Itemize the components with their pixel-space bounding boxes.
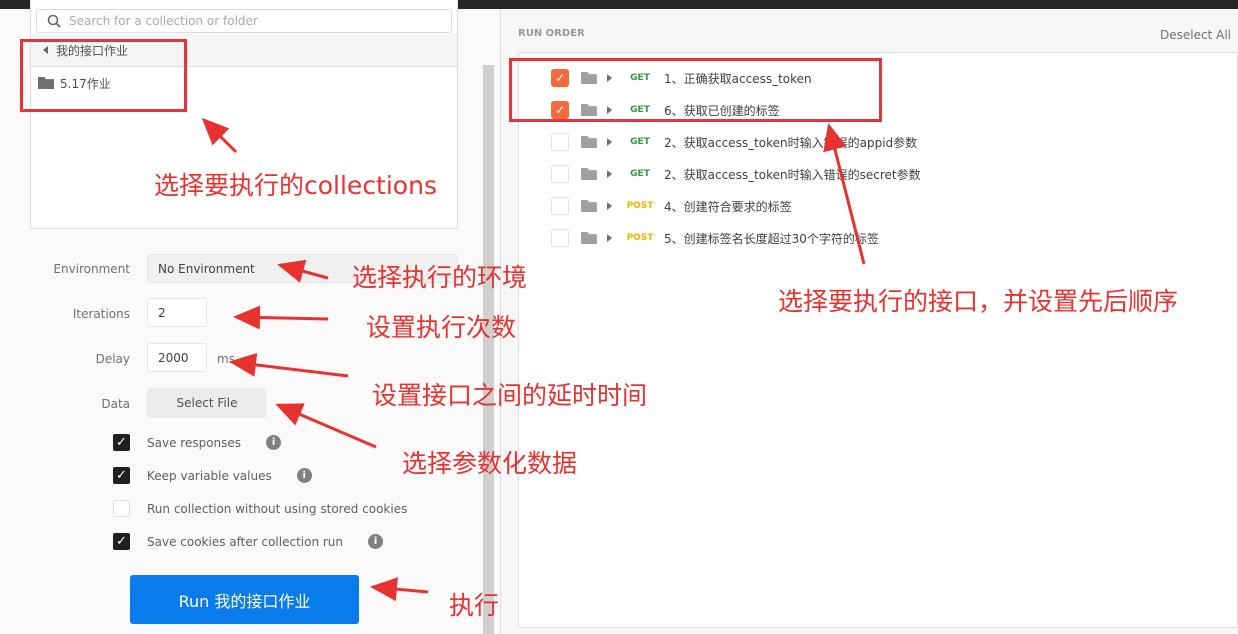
annotation-delay: 设置接口之间的延时时间	[372, 381, 648, 410]
delay-label: Delay	[95, 352, 130, 366]
environment-label: Environment	[53, 262, 130, 276]
checkbox[interactable]: ✓	[113, 533, 130, 550]
run-order-item[interactable]: GET 2、获取access_token时输入错误的secret参数	[551, 164, 921, 184]
drag-folder-icon[interactable]	[581, 168, 597, 180]
annotation-order: 选择要执行的接口，并设置先后顺序	[778, 287, 1179, 316]
item-checkbox[interactable]	[551, 133, 569, 151]
option-label: Run collection without using stored cook…	[147, 501, 408, 516]
info-icon[interactable]: i	[368, 534, 384, 549]
item-checkbox[interactable]	[551, 229, 569, 247]
annotation-run: 执行	[449, 591, 500, 620]
option-label: Keep variable values	[147, 468, 272, 483]
drag-folder-icon[interactable]	[581, 232, 597, 244]
data-label: Data	[101, 397, 130, 411]
checkbox[interactable]	[113, 500, 130, 517]
run-order-item[interactable]: POST 4、创建符合要求的标签	[551, 196, 792, 216]
request-name: 2、获取access_token时输入错误的appid参数	[664, 135, 918, 150]
method-badge: GET	[630, 137, 650, 147]
info-icon[interactable]: i	[266, 435, 282, 450]
checkbox[interactable]: ✓	[113, 434, 130, 451]
expand-caret-icon[interactable]	[607, 234, 612, 242]
delay-unit: ms	[217, 352, 235, 366]
checkbox[interactable]: ✓	[113, 467, 130, 484]
highlight-box	[509, 58, 882, 122]
search-placeholder: Search for a collection or folder	[69, 14, 258, 28]
method-badge: POST	[626, 201, 654, 211]
deselect-all-link[interactable]: Deselect All	[1160, 28, 1231, 42]
annotation-data: 选择参数化数据	[402, 449, 578, 478]
request-name: 4、创建符合要求的标签	[664, 199, 792, 214]
annotation-environment: 选择执行的环境	[352, 263, 528, 292]
select-file-button[interactable]: Select File	[147, 388, 267, 418]
search-icon	[47, 14, 61, 28]
drag-folder-icon[interactable]	[581, 200, 597, 212]
run-order-item[interactable]: GET 2、获取access_token时输入错误的appid参数	[551, 132, 917, 152]
option-label: Save cookies after collection run	[147, 534, 344, 549]
run-order-item[interactable]: POST 5、创建标签名长度超过30个字符的标签	[551, 228, 879, 248]
delay-input[interactable]: 2000	[147, 343, 207, 372]
item-checkbox[interactable]	[551, 197, 569, 215]
annotation-iterations: 设置执行次数	[366, 313, 517, 342]
expand-caret-icon[interactable]	[607, 138, 612, 146]
iterations-input[interactable]: 2	[147, 298, 207, 327]
drag-folder-icon[interactable]	[581, 136, 597, 148]
option-save-cookies[interactable]: ✓ Save cookies after collection run i	[113, 533, 384, 550]
run-button[interactable]: Run 我的接口作业	[130, 575, 359, 624]
option-save-responses[interactable]: ✓ Save responses i	[113, 434, 282, 451]
expand-caret-icon[interactable]	[607, 202, 612, 210]
option-label: Save responses	[147, 435, 242, 450]
highlight-box	[20, 39, 187, 112]
option-run-without-cookies[interactable]: Run collection without using stored cook…	[113, 500, 407, 517]
item-checkbox[interactable]	[551, 165, 569, 183]
request-name: 5、创建标签名长度超过30个字符的标签	[664, 231, 879, 246]
expand-caret-icon[interactable]	[607, 170, 612, 178]
info-icon[interactable]: i	[296, 468, 312, 483]
run-order-title: RUN ORDER	[518, 28, 585, 39]
search-input[interactable]: Search for a collection or folder	[36, 9, 452, 33]
iterations-label: Iterations	[72, 307, 130, 321]
request-name: 2、获取access_token时输入错误的secret参数	[664, 167, 921, 182]
method-badge: GET	[630, 169, 650, 179]
annotation-collections: 选择要执行的collections	[154, 171, 437, 200]
scrollbar[interactable]	[483, 65, 494, 634]
method-badge: POST	[626, 233, 654, 243]
option-keep-variable-values[interactable]: ✓ Keep variable values i	[113, 467, 312, 484]
